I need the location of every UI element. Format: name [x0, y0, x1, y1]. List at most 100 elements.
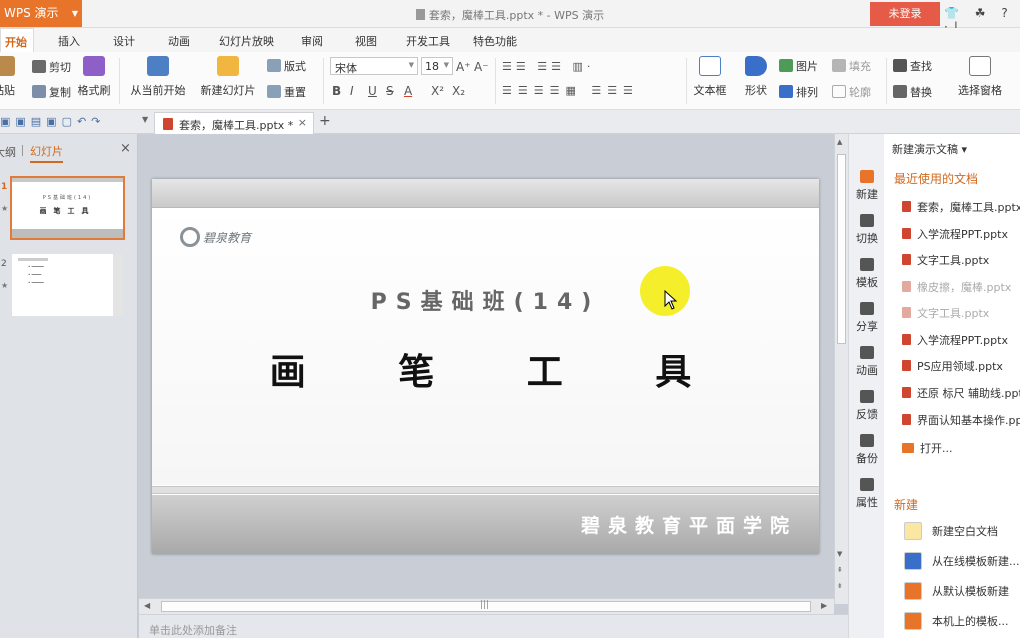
recent-file[interactable]: 橡皮擦，魔棒.pptx — [902, 279, 1011, 295]
sidebar-item-share[interactable]: 分享 — [849, 302, 885, 334]
animation-icon — [860, 346, 874, 359]
ribbon-divider — [686, 58, 687, 104]
star-icon: ★ — [1, 204, 9, 213]
tab-special[interactable]: 特色功能 — [473, 33, 517, 49]
reset-button[interactable]: 重置 — [267, 84, 306, 100]
picture-icon — [779, 59, 793, 72]
slide-title[interactable]: 画 笔 工 具 — [152, 343, 819, 395]
slide-canvas[interactable]: 碧泉教育 PS基础班(14) 画 笔 工 具 碧泉教育平面学院 — [152, 179, 819, 554]
chevron-down-icon[interactable]: ▼ — [142, 115, 148, 124]
slide-subtitle[interactable]: PS基础班(14) — [152, 284, 819, 316]
notes-pane[interactable]: 单击此处添加备注 — [139, 614, 848, 638]
copy-button[interactable]: 复制 — [32, 84, 71, 100]
bullet-list-icon[interactable]: ☰☰ ☰☰ ▥· — [502, 60, 594, 73]
tab-outline[interactable]: 大纲 — [0, 144, 16, 160]
scrollbar-thumb[interactable]: ||| — [161, 600, 811, 612]
textbox-button[interactable]: 文本框 — [690, 56, 730, 98]
tab-developer[interactable]: 开发工具 — [406, 33, 450, 49]
chat-icon — [860, 390, 874, 403]
login-button[interactable]: 未登录 — [870, 2, 940, 26]
tab-home[interactable]: 开始 — [0, 28, 34, 52]
underline-button[interactable]: U — [368, 84, 377, 98]
scroll-left-icon[interactable]: ◀ — [144, 601, 150, 610]
superscript-button[interactable]: X² — [431, 84, 444, 98]
from-current-button[interactable]: 从当前开始 — [126, 56, 190, 98]
tab-animation[interactable]: 动画 — [168, 33, 190, 49]
sidebar-item-properties[interactable]: 属性 — [849, 478, 885, 510]
scroll-down-icon[interactable]: ▼ — [837, 550, 842, 558]
format-painter-button[interactable]: 格式刷 — [77, 56, 111, 98]
new-from-online-template-button[interactable]: 从在线模板新建... — [904, 552, 1020, 570]
outline-button[interactable]: 轮廓 — [832, 84, 871, 100]
quick-access-toolbar[interactable]: ▣▣▤▣▢↶↷ — [0, 115, 105, 128]
fill-button[interactable]: 填充 — [832, 58, 871, 74]
close-panel-icon[interactable]: × — [120, 141, 131, 156]
recent-file[interactable]: 文字工具.pptx — [902, 305, 989, 321]
slide-thumbnail-1[interactable]: PS基础班(14) 画笔工具 — [10, 176, 125, 240]
task-pane-header[interactable]: 新建演示文稿 ▾ — [892, 141, 967, 157]
recent-file[interactable]: 入学流程PPT.pptx — [902, 226, 1008, 242]
fill-icon — [832, 59, 846, 72]
local-template-button[interactable]: 本机上的模板... — [904, 612, 1009, 630]
folder-icon — [902, 443, 914, 453]
cut-button[interactable]: 剪切 — [32, 59, 71, 75]
find-button[interactable]: 查找 — [893, 58, 932, 74]
vertical-scrollbar[interactable]: ▲ ▼ ⇞ ⇟ — [834, 134, 848, 604]
pptx-file-icon — [163, 118, 173, 130]
next-slide-icon[interactable]: ⇟ — [837, 582, 843, 590]
select-pane-button[interactable]: 选择窗格 — [956, 56, 1004, 98]
recent-file[interactable]: 界面认知基本操作.pptx — [902, 412, 1020, 428]
task-pane: 新建演示文稿 ▾ 最近使用的文档 套索，魔棒工具.pptx 入学流程PPT.pp… — [884, 134, 1020, 638]
app-menu-button[interactable]: WPS 演示 ▼ — [0, 0, 82, 27]
sidebar-item-feedback[interactable]: 反馈 — [849, 390, 885, 422]
tab-review[interactable]: 审阅 — [301, 33, 323, 49]
prev-slide-icon[interactable]: ⇞ — [837, 566, 843, 574]
new-slide-icon — [217, 56, 239, 76]
tab-view[interactable]: 视图 — [355, 33, 377, 49]
align-icons[interactable]: ☰☰☰☰▦ ☰☰☰ — [502, 84, 639, 97]
arrange-button[interactable]: 排列 — [779, 84, 818, 100]
subscript-button[interactable]: X₂ — [452, 84, 465, 98]
horizontal-scrollbar[interactable]: ◀ ||| ▶ — [139, 598, 834, 614]
tab-insert[interactable]: 插入 — [58, 33, 80, 49]
replace-button[interactable]: 替换 — [893, 84, 932, 100]
layout-button[interactable]: 版式 — [267, 58, 306, 74]
recent-file[interactable]: 还原 标尺 辅助线.pptx — [902, 385, 1020, 401]
paste-button[interactable]: 粘贴 — [0, 56, 16, 98]
tab-design[interactable]: 设计 — [113, 33, 135, 49]
sidebar-item-backup[interactable]: 备份 — [849, 434, 885, 466]
recent-file[interactable]: 文字工具.pptx — [902, 252, 989, 268]
tab-slideshow[interactable]: 幻灯片放映 — [219, 33, 274, 49]
font-size-select[interactable]: 18 ▼ — [421, 57, 453, 75]
grow-font-icon[interactable]: A⁺ — [456, 60, 471, 74]
scroll-up-icon[interactable]: ▲ — [837, 138, 842, 146]
recent-file[interactable]: 套索，魔棒工具.pptx — [902, 199, 1020, 215]
tab-slides[interactable]: 幻灯片 — [30, 143, 63, 163]
recent-file[interactable]: 入学流程PPT.pptx — [902, 332, 1008, 348]
italic-button[interactable]: I — [350, 84, 354, 98]
bold-button[interactable]: B — [332, 84, 341, 98]
close-tab-icon[interactable]: × — [298, 116, 307, 129]
font-color-button[interactable]: A — [404, 84, 412, 98]
new-from-default-template-button[interactable]: 从默认模板新建 — [904, 582, 1009, 600]
font-name-select[interactable]: 宋体 ▼ — [330, 57, 418, 75]
recent-file[interactable]: PS应用领域.pptx — [902, 358, 1003, 374]
window-title: 套索，魔棒工具.pptx * - WPS 演示 — [0, 7, 1020, 23]
sidebar-item-new[interactable]: 新建 — [849, 170, 885, 202]
scroll-right-icon[interactable]: ▶ — [821, 601, 827, 610]
open-file-button[interactable]: 打开... — [902, 440, 953, 456]
strikethrough-button[interactable]: S — [386, 84, 394, 98]
sidebar-item-template[interactable]: 模板 — [849, 258, 885, 290]
slide-thumbnail-2[interactable]: • ━━━━━ • ━━━━ • ━━━━━ — [12, 254, 123, 316]
new-blank-doc-button[interactable]: 新建空白文档 — [904, 522, 998, 540]
shape-button[interactable]: 形状 — [738, 56, 774, 98]
scrollbar-thumb[interactable] — [837, 154, 846, 344]
new-tab-button[interactable]: + — [319, 113, 331, 129]
sidebar-item-switch[interactable]: 切换 — [849, 214, 885, 246]
new-slide-button[interactable]: 新建幻灯片 — [196, 56, 260, 98]
switch-icon — [860, 214, 874, 227]
shrink-font-icon[interactable]: A⁻ — [474, 60, 489, 74]
document-tab[interactable]: 套索，魔棒工具.pptx * × — [154, 112, 314, 134]
sidebar-item-animation[interactable]: 动画 — [849, 346, 885, 378]
picture-button[interactable]: 图片 — [779, 58, 818, 74]
